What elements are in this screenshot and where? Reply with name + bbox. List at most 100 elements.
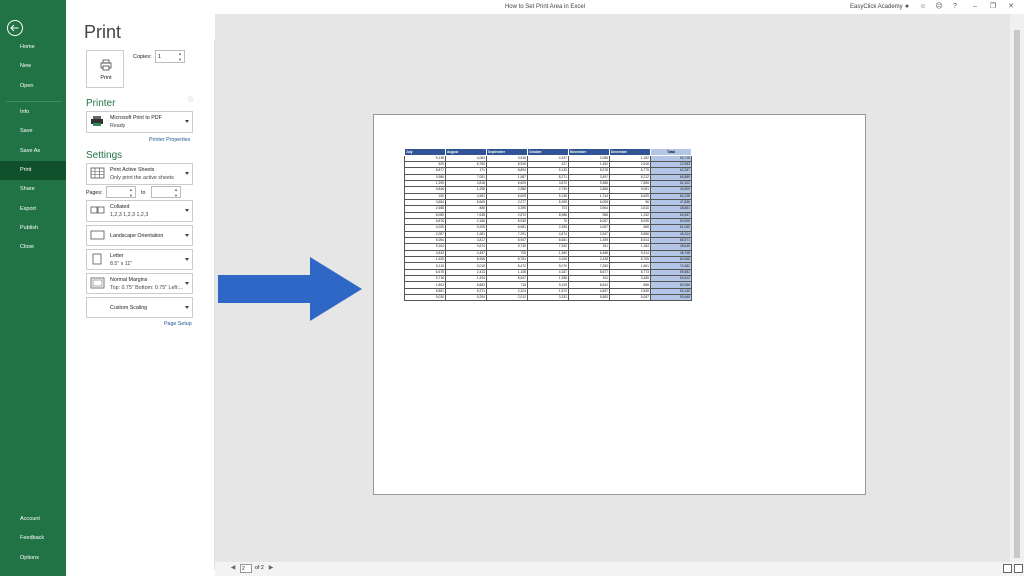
collated-icon	[90, 206, 105, 214]
previous-page-icon[interactable]: ◀	[229, 564, 237, 573]
minimize-icon[interactable]: –	[970, 2, 980, 12]
landscape-icon	[90, 230, 105, 240]
nav-item-label: Info	[20, 109, 30, 115]
margins-dropdown[interactable]: Normal Margins Top: 0.75" Bottom: 0.75" …	[86, 273, 193, 294]
scaling-dropdown[interactable]: Custom Scaling	[86, 297, 193, 318]
pages-to-input[interactable]: ▲ ▼	[151, 186, 181, 198]
show-margins-icon[interactable]	[1003, 564, 1012, 573]
orientation-label: Landscape Orientation	[110, 233, 164, 239]
nav-item-label: Print	[20, 166, 32, 173]
close-window-icon[interactable]: ✕	[1006, 2, 1016, 12]
table-cell: 2,012	[486, 294, 528, 302]
table-cell: 5,583	[568, 294, 610, 302]
print-what-dropdown[interactable]: Print Active Sheets Only print the activ…	[86, 163, 193, 185]
margins-desc: Top: 0.75" Bottom: 0.75" Left:...	[110, 285, 184, 291]
paper-label: Letter	[110, 253, 124, 259]
pages-label: Pages:	[86, 190, 103, 196]
nav-item-label: Publish	[20, 224, 39, 231]
frown-icon[interactable]: ☹	[934, 2, 944, 12]
nav-item-options[interactable]: Options	[0, 549, 66, 568]
table-cell: 5,067	[609, 294, 651, 302]
nav-item-label: Feedback	[20, 535, 45, 542]
sheets-icon	[90, 167, 105, 179]
table-cell: 59,465	[650, 294, 692, 302]
spreadsheet-preview: July August September October November Decemb…	[404, 148, 692, 302]
copies-spinner-icon[interactable]: ▲ ▼	[178, 51, 182, 63]
info-icon[interactable]: ⓘ	[188, 96, 193, 103]
table-cell: 3,332	[527, 294, 569, 302]
chevron-down-icon	[185, 257, 189, 261]
nav-item-print[interactable]: Print	[0, 160, 66, 180]
nav-item-label: Close	[20, 244, 35, 251]
pages-from-spinner-icon[interactable]: ▲ ▼	[129, 187, 133, 199]
next-page-icon[interactable]: ▶	[267, 564, 275, 573]
printer-name: Microsoft Print to PDF	[110, 115, 162, 121]
print-button[interactable]: Print	[86, 50, 124, 88]
nav-item-label: Open	[20, 82, 34, 89]
back-arrow-icon[interactable]	[6, 19, 24, 37]
printer-properties-link[interactable]: Printer Properties	[149, 137, 190, 143]
chevron-down-icon	[185, 120, 189, 123]
chevron-down-icon	[185, 172, 189, 175]
account-icon[interactable]: ●	[902, 2, 912, 12]
nav-item-label: Save As	[20, 147, 41, 154]
printer-icon	[100, 59, 112, 71]
page-title: Print	[84, 22, 122, 42]
nav-item-export[interactable]: Export	[0, 200, 66, 219]
copies-value: 1	[158, 54, 162, 60]
chevron-down-icon	[185, 209, 189, 212]
nav-item-info[interactable]: Info	[0, 103, 66, 122]
table-row: 5,030 9,294 2,012 3,332 5,583 5,067 59,465	[404, 294, 692, 302]
nav-item-share[interactable]: Share	[0, 180, 66, 199]
restore-icon[interactable]: ❐	[988, 2, 998, 12]
table-cell: 9,294	[445, 294, 487, 302]
copies-label: Copies:	[133, 54, 152, 60]
nav-item-close[interactable]: Close	[0, 238, 66, 257]
pages-to-label: to	[141, 190, 146, 196]
smiley-icon[interactable]: ☺	[918, 2, 928, 12]
nav-item-home[interactable]: Home	[0, 38, 66, 57]
pages-to-spinner-icon[interactable]: ▲ ▼	[174, 187, 178, 199]
nav-divider	[6, 101, 62, 102]
nav-item-label: Options	[20, 554, 39, 561]
nav-item-open[interactable]: Open	[0, 77, 66, 96]
printer-dropdown[interactable]: Microsoft Print to PDF Ready	[86, 111, 193, 133]
scrollbar-thumb[interactable]	[1014, 30, 1020, 558]
nav-item-publish[interactable]: Publish	[0, 219, 66, 238]
arrow-right-icon	[218, 257, 362, 321]
chevron-down-icon	[185, 233, 189, 237]
paper-desc: 8.5" x 11"	[110, 261, 133, 267]
preview-status-bar: ◀ 2 of 2 ▶	[215, 562, 1024, 576]
settings-heading: Settings	[86, 150, 123, 161]
nav-item-save[interactable]: Save	[0, 122, 66, 141]
nav-item-new[interactable]: New	[0, 57, 66, 76]
nav-item-label: Export	[20, 205, 36, 212]
backstage-nav: Home New Open Info Save Save As Print Share Exp…	[0, 0, 66, 576]
nav-item-label: Account	[20, 516, 40, 522]
pages-from-input[interactable]: ▲ ▼	[106, 186, 136, 198]
print-what-desc: Only print the active sheets	[110, 175, 174, 181]
print-what-label: Print Active Sheets	[110, 167, 155, 173]
collation-label: Collated	[110, 204, 130, 210]
nav-item-account[interactable]: Account	[0, 510, 66, 529]
printer-status: Ready	[110, 123, 126, 129]
user-name[interactable]: EasyClick Academy	[850, 4, 903, 10]
help-icon[interactable]: ?	[950, 2, 960, 12]
page-number-input[interactable]: 2	[240, 564, 252, 573]
nav-item-label: New	[20, 63, 32, 70]
page-count: of 2	[255, 565, 264, 571]
collation-desc: 1,2,3 1,2,3 1,2,3	[110, 212, 149, 218]
page-setup-link[interactable]: Page Setup	[164, 321, 192, 327]
paper-icon	[92, 253, 102, 265]
paper-size-dropdown[interactable]: Letter 8.5" x 11"	[86, 249, 193, 270]
table-cell: 5,030	[404, 294, 446, 302]
nav-item-feedback[interactable]: Feedback	[0, 529, 66, 548]
nav-item-save-as[interactable]: Save As	[0, 142, 66, 161]
print-button-label: Print	[100, 75, 112, 81]
zoom-to-page-icon[interactable]	[1014, 564, 1023, 573]
orientation-dropdown[interactable]: Landscape Orientation	[86, 225, 193, 246]
collation-dropdown[interactable]: Collated 1,2,3 1,2,3 1,2,3	[86, 200, 193, 222]
scaling-label: Custom Scaling	[110, 305, 148, 311]
title-bar: How to Set Print Area in Excel EasyClick…	[66, 0, 1024, 14]
copies-input[interactable]: 1 ▲ ▼	[155, 50, 185, 63]
